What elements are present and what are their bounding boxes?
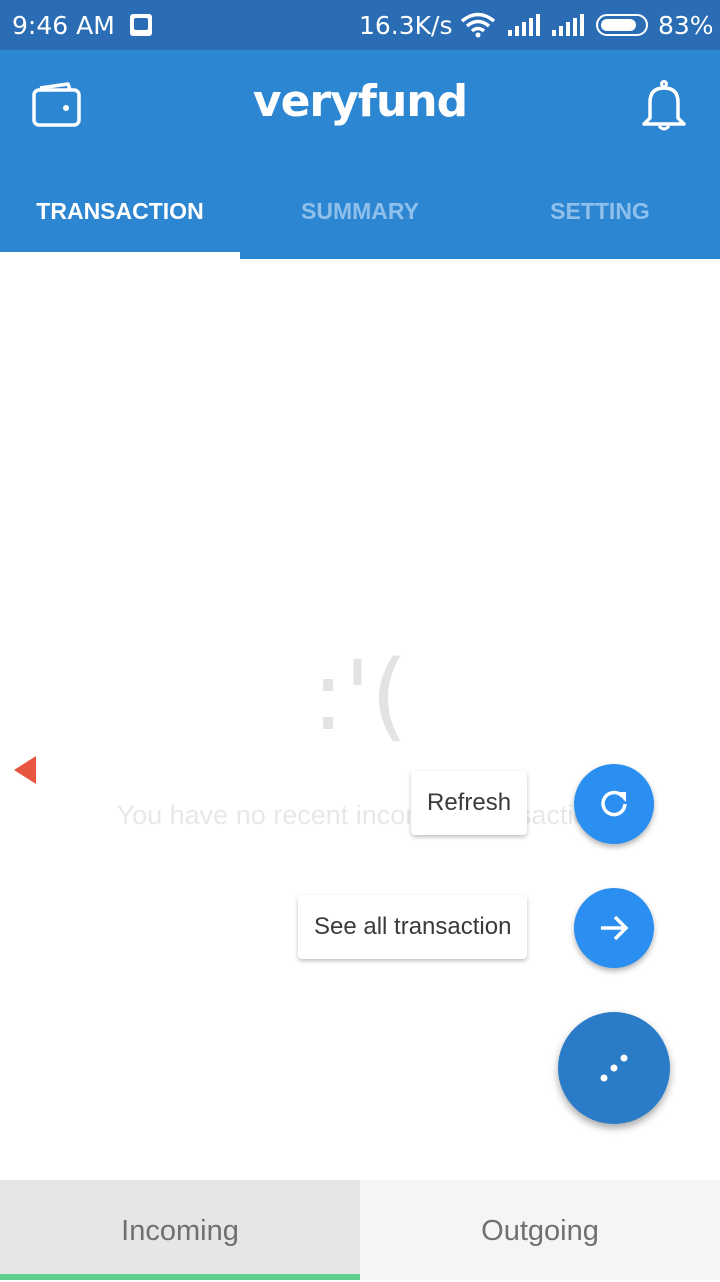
refresh-button[interactable] [574,764,654,844]
tab-setting[interactable]: SETTING [480,176,720,259]
status-time: 9:46 AM [12,11,115,40]
tab-transaction[interactable]: TRANSACTION [0,176,240,259]
signal-icon [508,14,540,36]
network-speed: 16.3K/s [359,11,453,40]
bottom-tab-indicator [0,1274,360,1280]
battery-percent: 83% [658,11,714,40]
tab-incoming[interactable]: Incoming [0,1180,360,1280]
app-logo: veryfund [252,76,468,127]
wifi-icon [460,12,496,38]
signal-icon [552,14,584,36]
battery-level [601,19,636,31]
tab-summary[interactable]: SUMMARY [240,176,480,259]
arrow-right-icon [601,915,629,941]
status-bar: 9:46 AM 16.3K/s 83% [0,0,720,50]
see-all-transaction-label[interactable]: See all transaction [298,895,528,959]
fab-menu-toggle-button[interactable] [558,1012,670,1124]
see-all-transaction-button[interactable] [574,888,654,968]
notification-app-icon [130,14,152,36]
tab-outgoing[interactable]: Outgoing [360,1180,720,1280]
bell-icon[interactable] [640,80,688,132]
more-dots-icon [600,1054,628,1082]
refresh-icon [601,790,627,817]
top-tabs: TRANSACTION SUMMARY SETTING [0,176,720,259]
empty-state-emoticon: :'( [311,640,409,752]
battery-icon [596,14,648,36]
caret-left-icon[interactable] [14,756,36,784]
app-bar: veryfund TRANSACTION SUMMARY SETTING [0,50,720,259]
active-tab-indicator [0,252,240,259]
refresh-label[interactable]: Refresh [411,771,528,835]
